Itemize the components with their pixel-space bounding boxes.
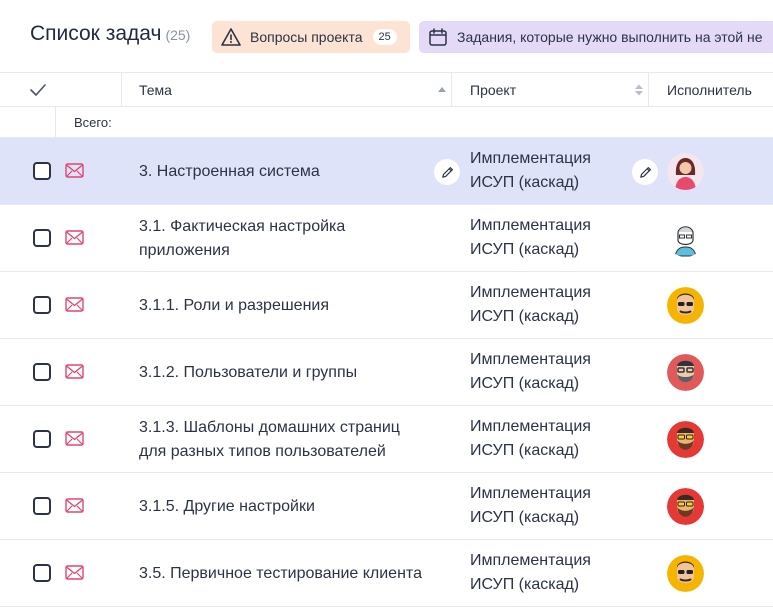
column-header-project-label: Проект — [470, 82, 517, 98]
task-subject-text: 3.5. Первичное тестирование клиента — [139, 564, 422, 582]
row-checkbox[interactable] — [33, 229, 51, 247]
red-bearded-man-avatar[interactable] — [667, 488, 704, 525]
task-project-line2: ИСУП (каскад) — [470, 375, 580, 392]
row-checkbox[interactable] — [33, 162, 51, 180]
task-subject[interactable]: 3.1.2. Пользователи и группы — [139, 339, 424, 406]
red-bearded-man-avatar[interactable] — [667, 421, 704, 458]
task-subject-text: 3.1.2. Пользователи и группы — [139, 363, 358, 381]
page-title-text: Список задач — [30, 22, 162, 45]
column-divider — [648, 73, 649, 107]
task-project[interactable]: Имплементация ИСУП (каскад) — [470, 214, 630, 262]
task-project[interactable]: Имплементация ИСУП (каскад) — [470, 549, 630, 597]
task-project-line2: ИСУП (каскад) — [470, 174, 580, 191]
week-tasks-label: Задания, которые нужно выполнить на этой… — [457, 29, 763, 45]
table-row[interactable]: 3. Настроенная система Имплементация ИСУ… — [0, 138, 773, 205]
pencil-icon — [441, 166, 453, 178]
sketch-man-avatar[interactable] — [667, 220, 704, 257]
row-checkbox[interactable] — [33, 497, 51, 515]
task-subject[interactable]: 3.1. Фактическая настройка приложения — [139, 205, 424, 272]
edit-subject-button[interactable] — [434, 159, 460, 185]
column-header-subject-label: Тема — [139, 82, 172, 98]
task-project-line1: Имплементация — [470, 284, 591, 301]
column-header-assignee[interactable]: Исполнитель — [667, 73, 752, 107]
task-subject[interactable]: 3. Настроенная система — [139, 138, 424, 205]
row-checkbox[interactable] — [33, 296, 51, 314]
task-project-line1: Имплементация — [470, 217, 591, 234]
task-project-line1: Имплементация — [470, 351, 591, 368]
column-divider — [55, 107, 56, 137]
table-row[interactable]: 3.5. Первичное тестирование клиента Импл… — [0, 540, 773, 607]
edit-project-button[interactable] — [632, 159, 658, 185]
sort-asc-icon[interactable] — [437, 83, 447, 97]
task-project-line1: Имплементация — [470, 150, 591, 167]
project-issues-chip[interactable]: Вопросы проекта 25 — [212, 21, 410, 53]
table-row[interactable]: 3.1.5. Другие настройки Имплементация ИС… — [0, 473, 773, 540]
mail-icon[interactable] — [65, 431, 84, 446]
task-project[interactable]: Имплементация ИСУП (каскад) — [470, 281, 630, 329]
task-subject-text: 3.1.5. Другие настройки — [139, 497, 315, 515]
task-count: (25) — [165, 27, 191, 43]
bearded-man-avatar[interactable] — [667, 354, 704, 391]
row-checkbox[interactable] — [33, 564, 51, 582]
task-project[interactable]: Имплементация ИСУП (каскад) — [470, 415, 630, 463]
column-header-project[interactable]: Проект — [470, 73, 516, 107]
task-subject-text: 3. Настроенная система — [139, 162, 320, 180]
mail-icon[interactable] — [65, 364, 84, 379]
project-issues-count-badge: 25 — [372, 29, 397, 45]
total-row: Всего: — [0, 107, 773, 138]
column-header-subject[interactable]: Тема — [139, 73, 172, 107]
task-subject-text: 3.1.3. Шаблоны домашних страниц для разн… — [139, 418, 400, 460]
task-project-line2: ИСУП (каскад) — [470, 576, 580, 593]
task-project-line2: ИСУП (каскад) — [470, 241, 580, 258]
sort-both-icon[interactable] — [634, 83, 644, 97]
row-checkbox[interactable] — [33, 430, 51, 448]
task-project-line2: ИСУП (каскад) — [470, 442, 580, 459]
task-project-line2: ИСУП (каскад) — [470, 308, 580, 325]
task-project[interactable]: Имплементация ИСУП (каскад) — [470, 147, 630, 195]
mail-icon[interactable] — [65, 498, 84, 513]
pencil-icon — [639, 166, 651, 178]
select-all-check-icon[interactable] — [28, 81, 48, 99]
task-project-line1: Имплементация — [470, 418, 591, 435]
sunglasses-man-avatar[interactable] — [667, 555, 704, 592]
task-project-line2: ИСУП (каскад) — [470, 509, 580, 526]
column-header-assignee-label: Исполнитель — [667, 82, 752, 98]
task-project[interactable]: Имплементация ИСУП (каскад) — [470, 482, 630, 530]
table-header: Тема Проект Исполнитель — [0, 72, 773, 107]
woman-avatar[interactable] — [667, 153, 704, 190]
column-divider — [451, 73, 452, 107]
task-project-line1: Имплементация — [470, 552, 591, 569]
total-label: Всего: — [74, 115, 112, 130]
page-title: Список задач (25) — [30, 22, 190, 46]
task-subject-text: 3.1. Фактическая настройка приложения — [139, 217, 346, 259]
project-issues-label: Вопросы проекта — [250, 29, 363, 45]
mail-icon[interactable] — [65, 297, 84, 312]
task-subject[interactable]: 3.1.3. Шаблоны домашних страниц для разн… — [139, 406, 424, 473]
mail-icon[interactable] — [65, 163, 84, 178]
sunglasses-man-avatar[interactable] — [667, 287, 704, 324]
table-row[interactable]: 3.1.1. Роли и разрешения Имплементация И… — [0, 272, 773, 339]
task-project[interactable]: Имплементация ИСУП (каскад) — [470, 348, 630, 396]
table-row[interactable]: 3.1. Фактическая настройка приложения Им… — [0, 205, 773, 272]
task-subject[interactable]: 3.1.1. Роли и разрешения — [139, 272, 424, 339]
week-tasks-chip[interactable]: Задания, которые нужно выполнить на этой… — [419, 21, 773, 53]
task-subject[interactable]: 3.1.5. Другие настройки — [139, 473, 424, 540]
warning-icon — [221, 28, 241, 46]
task-subject-text: 3.1.1. Роли и разрешения — [139, 296, 330, 314]
column-divider — [121, 73, 122, 107]
row-checkbox[interactable] — [33, 363, 51, 381]
calendar-icon — [429, 28, 447, 46]
mail-icon[interactable] — [65, 230, 84, 245]
task-subject[interactable]: 3.5. Первичное тестирование клиента — [139, 540, 424, 607]
table-row[interactable]: 3.1.2. Пользователи и группы Имплементац… — [0, 339, 773, 406]
top-bar: Список задач (25) Вопросы проекта 25 Зада… — [0, 0, 773, 72]
mail-icon[interactable] — [65, 565, 84, 580]
task-project-line1: Имплементация — [470, 485, 591, 502]
table-row[interactable]: 3.1.3. Шаблоны домашних страниц для разн… — [0, 406, 773, 473]
